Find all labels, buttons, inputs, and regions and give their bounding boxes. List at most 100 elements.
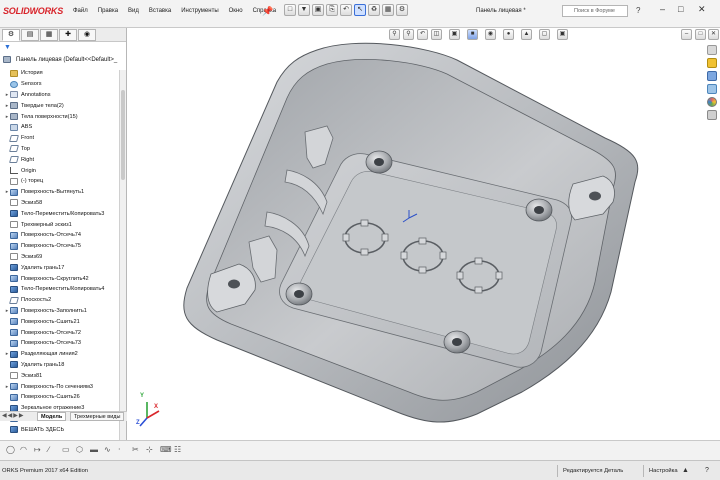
search-input[interactable]: Поиск в Форуме xyxy=(562,5,628,17)
appearances-icon[interactable] xyxy=(707,97,717,107)
status-help-icon[interactable]: ? xyxy=(705,467,709,474)
menu-view[interactable]: Вид xyxy=(123,8,144,14)
tree-item[interactable]: ▸ Разделяющая линия2 xyxy=(4,349,122,360)
view-settings-icon[interactable]: ▢ xyxy=(539,29,550,40)
tree-item[interactable]: Эскиз58 xyxy=(4,198,122,209)
property-manager-tab-icon[interactable]: ▤ xyxy=(21,29,39,41)
viewport-close-icon[interactable]: ✕ xyxy=(708,29,719,40)
tree-root-part[interactable]: Панель лицевая (Default<<Default>_ xyxy=(3,56,123,63)
tree-item[interactable]: Тело-Переместить/Копировать4 xyxy=(4,284,122,295)
tree-item[interactable]: Sensors xyxy=(4,79,122,90)
pin-menu-icon[interactable]: 📌 xyxy=(262,6,273,17)
restore-icon[interactable]: □ xyxy=(678,4,683,14)
tree-item[interactable]: Удалить грань18 xyxy=(4,360,122,371)
line-tool-icon[interactable]: ∕ xyxy=(48,445,49,454)
pattern-tool-icon[interactable]: ☷ xyxy=(174,445,181,454)
tree-item[interactable]: Поверхность-Скруглить42 xyxy=(4,273,122,284)
feature-manager-tab-icon[interactable]: ⚙ xyxy=(2,29,20,41)
zoom-to-fit-icon[interactable]: ⚲ xyxy=(389,29,400,40)
status-expand-icon[interactable]: ▲ xyxy=(682,467,689,474)
section-view-icon[interactable]: ◫ xyxy=(431,29,442,40)
undo-icon[interactable]: ↶ xyxy=(340,4,352,16)
panel-scrollbar-thumb[interactable] xyxy=(121,90,125,180)
tree-item[interactable]: Origin xyxy=(4,165,122,176)
tree-item[interactable]: Удалить грань17 xyxy=(4,262,122,273)
menu-file[interactable]: Файл xyxy=(68,8,93,14)
tree-item[interactable]: ▸ Поверхность-По сечениям3 xyxy=(4,381,122,392)
tree-item[interactable]: Плоскость2 xyxy=(4,295,122,306)
options-gear-icon[interactable]: ⚙ xyxy=(396,4,408,16)
status-units-button[interactable]: Настройка xyxy=(649,468,678,474)
new-document-icon[interactable]: □ xyxy=(284,4,296,16)
tree-item[interactable]: Тело-Переместить/Копировать3 xyxy=(4,208,122,219)
panel-scrollbar[interactable] xyxy=(119,70,126,450)
graphics-area[interactable] xyxy=(127,42,720,440)
circle-tool-icon[interactable]: ◯ xyxy=(6,445,15,454)
tree-item[interactable]: ▸ Annotations xyxy=(4,90,122,101)
display-pane-icon[interactable]: ▣ xyxy=(557,29,568,40)
hide-show-items-icon[interactable]: ◉ xyxy=(485,29,496,40)
save-icon[interactable]: ▣ xyxy=(312,4,324,16)
rectangle-tool-icon[interactable]: ▭ xyxy=(62,445,70,454)
tree-item[interactable]: (-) торец xyxy=(4,176,122,187)
model-enclosure-view[interactable] xyxy=(127,42,720,440)
tree-item[interactable]: Поверхность-Сшить26 xyxy=(4,392,122,403)
spline-tool-icon[interactable]: ∿ xyxy=(104,445,111,454)
tree-item[interactable]: ▸ Тела поверхности(15) xyxy=(4,111,122,122)
tab-model[interactable]: Модель xyxy=(37,412,67,421)
tree-item[interactable]: Поверхность-Отсечь75 xyxy=(4,241,122,252)
tree-item[interactable]: ABS xyxy=(4,122,122,133)
help-icon[interactable]: ? xyxy=(636,6,640,15)
arc-tool-icon[interactable]: ◠ xyxy=(20,445,27,454)
viewport-restore-icon[interactable]: □ xyxy=(695,29,706,40)
menu-tools[interactable]: Инструменты xyxy=(176,8,223,14)
zoom-area-icon[interactable]: ⚲ xyxy=(403,29,414,40)
file-properties-icon[interactable]: ▦ xyxy=(382,4,394,16)
edit-appearance-icon[interactable]: ● xyxy=(503,29,514,40)
display-style-icon[interactable]: ■ xyxy=(467,29,478,40)
resources-icon[interactable] xyxy=(707,45,717,55)
tree-item[interactable]: Поверхность-Отсечь74 xyxy=(4,230,122,241)
rebuild-icon[interactable]: ♻ xyxy=(368,4,380,16)
previous-view-icon[interactable]: ↶ xyxy=(417,29,428,40)
tree-item[interactable]: Right xyxy=(4,154,122,165)
menu-edit[interactable]: Правка xyxy=(93,8,123,14)
print-icon[interactable]: ⎘ xyxy=(326,4,338,16)
view-palette-icon[interactable] xyxy=(707,84,717,94)
view-orientation-icon[interactable]: ▣ xyxy=(449,29,460,40)
tree-item[interactable]: Поверхность-Отсечь72 xyxy=(4,327,122,338)
filter-icon[interactable]: ▼ xyxy=(4,44,11,51)
tree-item[interactable]: Эскиз81 xyxy=(4,370,122,381)
tree-item[interactable]: ВЕШАТЬ ЗДЕСЬ xyxy=(4,424,122,435)
smart-dimension-icon[interactable]: ↦ xyxy=(34,445,41,454)
custom-properties-icon[interactable] xyxy=(707,110,717,120)
design-library-icon[interactable] xyxy=(707,58,717,68)
open-folder-icon[interactable]: ▼ xyxy=(298,4,310,16)
tree-item[interactable]: ▸ Поверхность-Вытянуть1 xyxy=(4,187,122,198)
tab-3d-views[interactable]: Трехмерные виды xyxy=(70,412,125,421)
tab-scroll-arrows-icon[interactable]: ◀◀▶▶ xyxy=(2,412,24,419)
tree-item[interactable]: Top xyxy=(4,144,122,155)
tree-item[interactable]: Front xyxy=(4,133,122,144)
tree-item[interactable]: История xyxy=(4,68,122,79)
tree-item[interactable]: Поверхность-Сшить21 xyxy=(4,316,122,327)
viewport-minimize-icon[interactable]: – xyxy=(681,29,692,40)
display-manager-tab-icon[interactable]: ◉ xyxy=(78,29,96,41)
slot-tool-icon[interactable]: ▬ xyxy=(90,445,98,454)
select-pointer-icon[interactable]: ↖ xyxy=(354,4,366,16)
tree-item[interactable]: Эскиз69 xyxy=(4,252,122,263)
menu-insert[interactable]: Вставка xyxy=(144,8,176,14)
file-explorer-icon[interactable] xyxy=(707,71,717,81)
menu-window[interactable]: Окно xyxy=(224,8,248,14)
tree-item[interactable]: ▸ Поверхность-Заполнить1 xyxy=(4,306,122,317)
tree-item[interactable]: Поверхность-Отсечь73 xyxy=(4,338,122,349)
tree-item[interactable]: Трехмерный эскиз1 xyxy=(4,219,122,230)
configuration-manager-tab-icon[interactable]: ▦ xyxy=(40,29,58,41)
trim-tool-icon[interactable]: ✂ xyxy=(132,445,139,454)
app-logo[interactable]: SOLIDWORKS xyxy=(3,6,63,16)
tree-item[interactable]: ▸ Твердые тела(2) xyxy=(4,100,122,111)
close-icon[interactable]: ✕ xyxy=(698,4,706,15)
dimxpert-tab-icon[interactable]: ✚ xyxy=(59,29,77,41)
polygon-tool-icon[interactable]: ⬡ xyxy=(76,445,83,454)
apply-scene-icon[interactable]: ▲ xyxy=(521,29,532,40)
